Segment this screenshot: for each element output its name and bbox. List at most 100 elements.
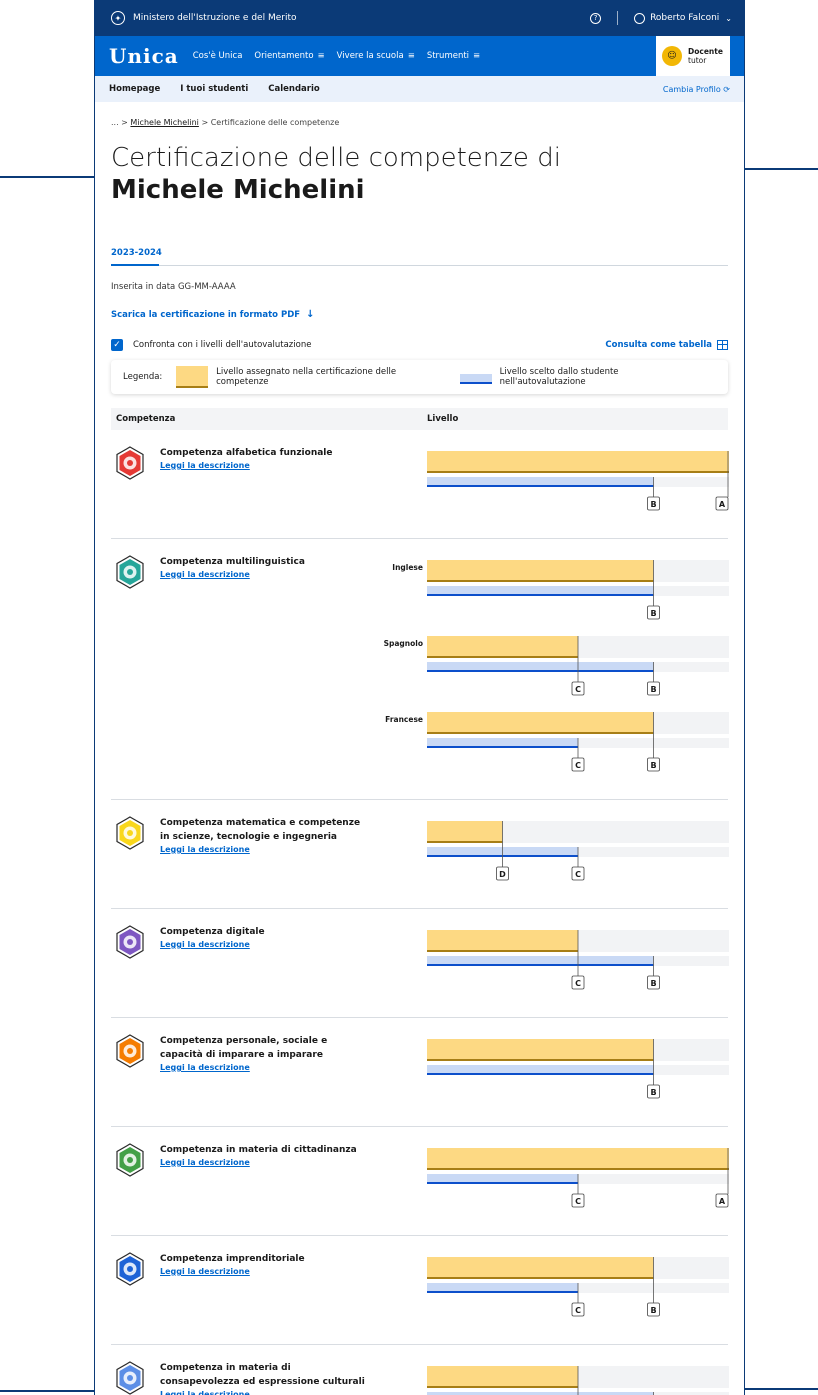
- legend: Legenda: Livello assegnato nella certifi…: [111, 360, 728, 394]
- tab-homepage[interactable]: Homepage: [109, 84, 160, 94]
- level-chart: CB: [427, 1352, 729, 1395]
- atom-icon: [115, 816, 145, 850]
- smiley-avatar-icon: ☺: [662, 46, 682, 66]
- profile-role: Docente tutor: [688, 47, 723, 65]
- switch-profile-label: Cambia Profilo: [662, 84, 721, 94]
- compare-label[interactable]: Confronta con i livelli dell'autovalutaz…: [133, 340, 311, 350]
- graduation-icon: [115, 1034, 145, 1068]
- level-bars-svg: B: [427, 559, 729, 620]
- profile-switcher[interactable]: ☺ Docente tutor: [656, 36, 730, 76]
- ministry-title[interactable]: Ministero dell'Istruzione e del Merito: [133, 13, 296, 23]
- level-marker-label: B: [650, 685, 656, 694]
- download-icon: ↓: [306, 309, 315, 321]
- competence-name: Competenza digitale: [160, 926, 265, 940]
- level-chart: BC: [427, 698, 729, 776]
- read-description-link[interactable]: Leggi la descrizione: [160, 940, 250, 949]
- level-marker-label: B: [650, 979, 656, 988]
- level-bars-svg: AC: [427, 1147, 729, 1208]
- level-bars-svg: CB: [427, 929, 729, 990]
- nav-label: Strumenti: [426, 51, 470, 61]
- self-bar-edge: [427, 1181, 578, 1184]
- read-description-link[interactable]: Leggi la descrizione: [160, 845, 250, 854]
- switch-profile-link[interactable]: Cambia Profilo ⟳: [663, 85, 730, 94]
- level-bars-svg: B: [427, 1038, 729, 1099]
- breadcrumb-sep: >: [201, 118, 209, 127]
- assigned-bar-edge: [427, 1058, 654, 1061]
- read-description-link[interactable]: Leggi la descrizione: [160, 461, 250, 470]
- read-description-link[interactable]: Leggi la descrizione: [160, 570, 250, 579]
- level-chart: BC: [427, 1243, 729, 1321]
- header-competenza: Competenza: [116, 413, 176, 424]
- level-chart: AC: [427, 1134, 729, 1212]
- app-frame: ✦ Ministero dell'Istruzione e del Merito…: [94, 0, 745, 1395]
- assigned-bar: [427, 1365, 578, 1388]
- lightbulb-icon: [115, 446, 145, 480]
- level-marker-label: B: [650, 1306, 656, 1315]
- competence-list: Competenza alfabetica funzionale Leggi la…: [111, 430, 729, 1395]
- competence-row: Competenza alfabetica funzionale Leggi la…: [111, 430, 729, 539]
- compare-checkbox[interactable]: ✓: [111, 338, 123, 351]
- tab-i-tuoi-studenti[interactable]: I tuoi studenti: [180, 84, 248, 94]
- level-chart: CB: [427, 916, 729, 994]
- level-chart: DC: [427, 807, 729, 885]
- level-marker-label: C: [575, 1197, 581, 1206]
- view-as-table-link[interactable]: Consulta come tabella: [605, 339, 728, 350]
- page-title: Certificazione delle competenze di Miche…: [111, 143, 728, 206]
- read-description-link[interactable]: Leggi la descrizione: [160, 1390, 250, 1395]
- tab-calendario[interactable]: Calendario: [268, 84, 319, 94]
- nav-strumenti[interactable]: Strumenti ≡: [427, 51, 480, 61]
- competence-name-line: Competenza multilinguistica: [160, 556, 305, 567]
- nav-label: Vivere la scuola: [336, 51, 404, 61]
- computer-icon: [115, 925, 145, 959]
- assigned-bar-edge: [427, 579, 654, 582]
- download-pdf-link[interactable]: Scarica la certificazione in formato PDF…: [111, 309, 314, 320]
- read-description-link[interactable]: Leggi la descrizione: [160, 1063, 250, 1072]
- active-tab-indicator: [111, 264, 159, 267]
- breadcrumb-student-link[interactable]: Michele Michelini: [130, 118, 198, 127]
- assigned-bar-edge: [427, 470, 729, 473]
- competence-name-line: Competenza digitale: [160, 926, 265, 937]
- table-icon: [717, 339, 728, 350]
- refresh-icon: ⟳: [723, 84, 730, 94]
- level-marker-label: A: [719, 500, 726, 509]
- level-bars-svg: CB: [427, 635, 729, 696]
- level-marker-label: C: [575, 979, 581, 988]
- nav-cose-unica[interactable]: Cos'è Unica: [193, 51, 243, 61]
- competence-row: Competenza matematica e competenze in sci…: [111, 800, 729, 909]
- level-bars-svg: AB: [427, 450, 729, 511]
- main-content: ... > Michele Michelini > Certificazione…: [95, 118, 744, 1395]
- help-icon[interactable]: ?: [590, 12, 602, 24]
- tab-year-2023-2024[interactable]: 2023-2024: [111, 248, 162, 258]
- medal-icon: [115, 1143, 145, 1177]
- assigned-bar: [427, 1147, 729, 1170]
- student-name: Michele Michelini: [111, 174, 365, 205]
- page-title-text: Certificazione delle competenze di: [111, 143, 561, 173]
- menu-icon: ≡: [317, 51, 325, 61]
- read-description-link[interactable]: Leggi la descrizione: [160, 1158, 250, 1167]
- chevron-down-icon[interactable]: ⌄: [725, 14, 732, 23]
- assigned-bar-edge: [427, 840, 503, 843]
- self-bar-edge: [427, 1072, 654, 1075]
- level-chart: AB: [427, 437, 729, 515]
- unica-logo[interactable]: Unica: [109, 44, 179, 68]
- user-name[interactable]: Roberto Falconi: [650, 13, 719, 23]
- assigned-bar-edge: [427, 1385, 578, 1388]
- sub-nav: Homepage I tuoi studenti Calendario Camb…: [95, 76, 744, 102]
- self-bar-edge: [427, 963, 654, 966]
- legend-self-text: Livello scelto dallo studente nell'autov…: [499, 366, 619, 387]
- assigned-bar-edge: [427, 1167, 729, 1170]
- level-chart: CB: [427, 622, 729, 700]
- profile-role-sub: tutor: [688, 56, 707, 65]
- legend-assigned-swatch: [176, 365, 209, 388]
- competence-name: Competenza multilinguistica: [160, 556, 305, 570]
- assigned-bar: [427, 559, 654, 582]
- left-decor-line-bottom: [0, 1390, 94, 1392]
- nav-vivere-la-scuola[interactable]: Vivere la scuola ≡: [337, 51, 415, 61]
- competence-row: Competenza digitale Leggi la descrizione C…: [111, 909, 729, 1018]
- assigned-bar-edge: [427, 1276, 654, 1279]
- theater-icon: [115, 1361, 145, 1395]
- competence-name-line: Competenza in materia di cittadinanza: [160, 1144, 357, 1155]
- nav-label: Orientamento: [254, 51, 314, 61]
- nav-orientamento[interactable]: Orientamento ≡: [254, 51, 324, 61]
- read-description-link[interactable]: Leggi la descrizione: [160, 1267, 250, 1276]
